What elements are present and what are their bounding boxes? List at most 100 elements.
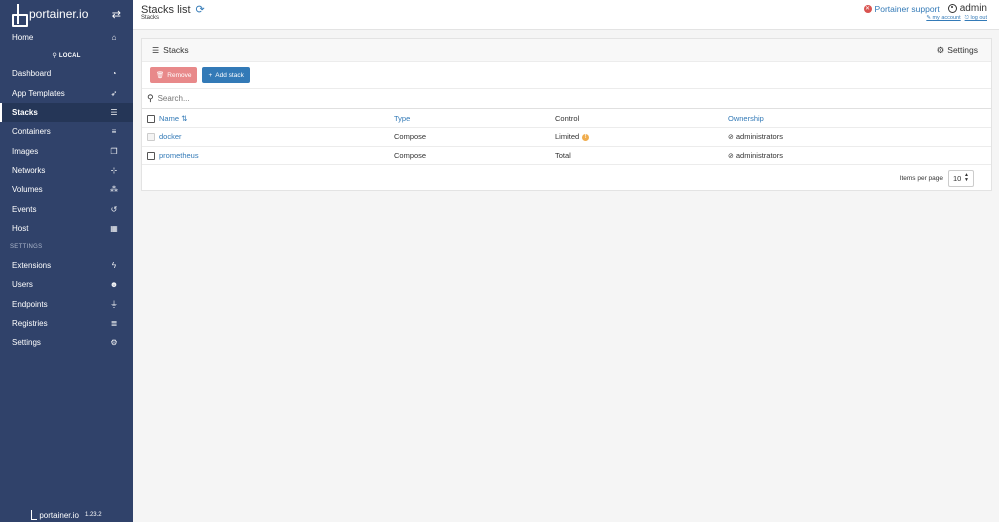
ownership-cell: ⊘ administrators xyxy=(728,127,991,147)
items-per-page-value: 10 xyxy=(953,173,962,183)
sidebar-item-label: Users xyxy=(12,280,33,290)
sidebar-item-label: Networks xyxy=(12,165,46,175)
column-label: Name xyxy=(159,113,180,123)
select-all-checkbox[interactable] xyxy=(147,114,155,123)
type-cell: Compose xyxy=(394,127,555,147)
row-select-cell xyxy=(142,146,159,165)
sidebar-item-dashboard[interactable]: Dashboard ◔ xyxy=(0,64,133,83)
log-out-link[interactable]: ⎋ log out xyxy=(965,15,987,22)
sidebar-footer: portainer.io 1.23.2 xyxy=(0,508,133,522)
table-row: prometheus Compose Total ⊘ administrators xyxy=(142,146,991,165)
support-link[interactable]: ✕ Portainer support xyxy=(863,3,940,14)
sidebar-item-users[interactable]: Users ☻ xyxy=(0,275,133,294)
table-row: docker Compose Limited! ⊘ administrators xyxy=(142,127,991,147)
sort-updown-icon: ▲ ▼ xyxy=(964,172,969,183)
account-links: ✎ my account ⎋ log out xyxy=(926,15,987,22)
add-stack-button[interactable]: + Add stack xyxy=(202,67,250,83)
plug-icon: ⏚ xyxy=(110,299,118,309)
control-value: Limited xyxy=(555,132,580,142)
table-settings-label: Settings xyxy=(947,45,978,55)
items-per-page-select[interactable]: 10 ▲ ▼ xyxy=(948,169,974,187)
sidebar-item-label: Stacks xyxy=(12,108,38,118)
sidebar-item-endpoints[interactable]: Endpoints ⏚ xyxy=(0,295,133,314)
support-label: Portainer support xyxy=(874,3,940,14)
my-account-link[interactable]: ✎ my account xyxy=(926,15,960,22)
cog-icon: ⚙ xyxy=(936,44,945,55)
log-out-label: log out xyxy=(970,15,987,21)
search-icon: ⚲ xyxy=(147,93,154,103)
home-icon: ⌂ xyxy=(111,33,117,43)
sitemap-icon: ⊹ xyxy=(110,165,118,175)
row-checkbox[interactable] xyxy=(147,151,155,160)
sidebar-item-label: Volumes xyxy=(12,185,43,195)
exchange-icon[interactable]: ⇄ xyxy=(112,8,121,21)
refresh-icon[interactable]: ⟳ xyxy=(196,3,205,16)
column-header-type[interactable]: Type xyxy=(394,109,555,128)
sidebar-item-label: Dashboard xyxy=(12,69,52,79)
trash-icon: 🗑 xyxy=(156,72,165,79)
column-header-control: Control xyxy=(555,109,728,128)
sidebar-item-networks[interactable]: Networks ⊹ xyxy=(0,161,133,180)
times-circle-icon: ✕ xyxy=(863,4,872,13)
portainer-crane-icon xyxy=(31,510,38,520)
sidebar-item-images[interactable]: Images ❐ xyxy=(0,141,133,160)
sort-icon: ⇅ xyxy=(181,113,188,123)
stacks-table: Name ⇅ Type Control Ownership docker Com… xyxy=(142,109,991,165)
table-settings-button[interactable]: ⚙ Settings xyxy=(937,45,978,56)
server-icon: ≡ xyxy=(111,127,117,137)
column-header-name[interactable]: Name ⇅ xyxy=(159,109,394,128)
page-header: Stacks list ⟳ Stacks ✕ Portainer support… xyxy=(133,0,999,30)
sidebar-item-settings[interactable]: Settings ⚙ xyxy=(0,333,133,352)
sidebar-item-app-templates[interactable]: App Templates ➶ xyxy=(0,84,133,103)
sidebar-item-extensions[interactable]: Extensions ϟ xyxy=(0,256,133,275)
sidebar-item-events[interactable]: Events ↺ xyxy=(0,199,133,218)
footer-logo: portainer.io xyxy=(31,510,79,520)
header-user-area: ✕ Portainer support admin xyxy=(863,3,987,14)
sidebar-item-registries[interactable]: Registries ≣ xyxy=(0,314,133,333)
sidebar-item-label: Settings xyxy=(12,338,41,348)
search-input[interactable] xyxy=(157,94,458,103)
sidebar-item-label: Events xyxy=(12,204,37,214)
tachometer-icon: ◔ xyxy=(111,69,117,79)
sidebar-item-volumes[interactable]: Volumes ⁂ xyxy=(0,180,133,199)
sidebar-item-label: Host xyxy=(12,223,29,233)
rocket-icon: ➶ xyxy=(110,88,118,98)
sidebar: portainer.io ⇄ Home ⌂ ⚲ LOCAL Dashboard … xyxy=(0,0,133,522)
stacks-panel: ☰ Stacks ⚙ Settings 🗑 Remove + Add stack… xyxy=(141,38,992,191)
exclamation-circle-icon: ! xyxy=(582,133,590,141)
portainer-crane-icon xyxy=(12,4,28,27)
bolt-icon: ϟ xyxy=(111,261,117,271)
row-select-cell xyxy=(142,127,159,147)
stack-name-link[interactable]: docker xyxy=(159,132,182,141)
breadcrumb: Stacks xyxy=(141,15,160,21)
user-menu: admin xyxy=(947,3,987,14)
plus-icon: + xyxy=(208,71,213,79)
panel-title: ☰ Stacks xyxy=(152,45,189,55)
th-icon: ▦ xyxy=(110,223,118,233)
clone-icon: ❐ xyxy=(110,146,118,156)
ownership-cell: ⊘ administrators xyxy=(728,146,991,165)
sidebar-item-home[interactable]: Home ⌂ xyxy=(0,28,133,47)
ownership-value: administrators xyxy=(735,132,783,142)
table-header-row: Name ⇅ Type Control Ownership xyxy=(142,109,991,128)
th-list-icon: ☰ xyxy=(152,45,160,55)
user-circle-icon xyxy=(947,4,957,13)
cubes-icon: ⁂ xyxy=(110,185,118,195)
sidebar-item-host[interactable]: Host ▦ xyxy=(0,219,133,238)
sidebar-item-containers[interactable]: Containers ≡ xyxy=(0,122,133,141)
sidebar-item-label: Extensions xyxy=(12,261,52,271)
sidebar-item-stacks[interactable]: Stacks ☰ xyxy=(0,102,133,123)
stack-name-link[interactable]: prometheus xyxy=(159,151,199,160)
eye-slash-icon: ⊘ xyxy=(728,152,734,160)
sidebar-brand: portainer.io ⇄ xyxy=(0,0,133,28)
history-icon: ↺ xyxy=(110,204,118,214)
remove-label: Remove xyxy=(167,71,192,79)
type-cell: Compose xyxy=(394,146,555,165)
items-per-page-label: Items per page xyxy=(899,174,943,182)
portainer-logo[interactable]: portainer.io xyxy=(12,4,88,27)
row-checkbox xyxy=(147,133,155,142)
remove-button[interactable]: 🗑 Remove xyxy=(150,67,198,83)
column-header-ownership[interactable]: Ownership xyxy=(728,109,991,128)
search-bar: ⚲ xyxy=(142,89,991,109)
endpoint-name: ⚲ LOCAL xyxy=(0,47,133,64)
